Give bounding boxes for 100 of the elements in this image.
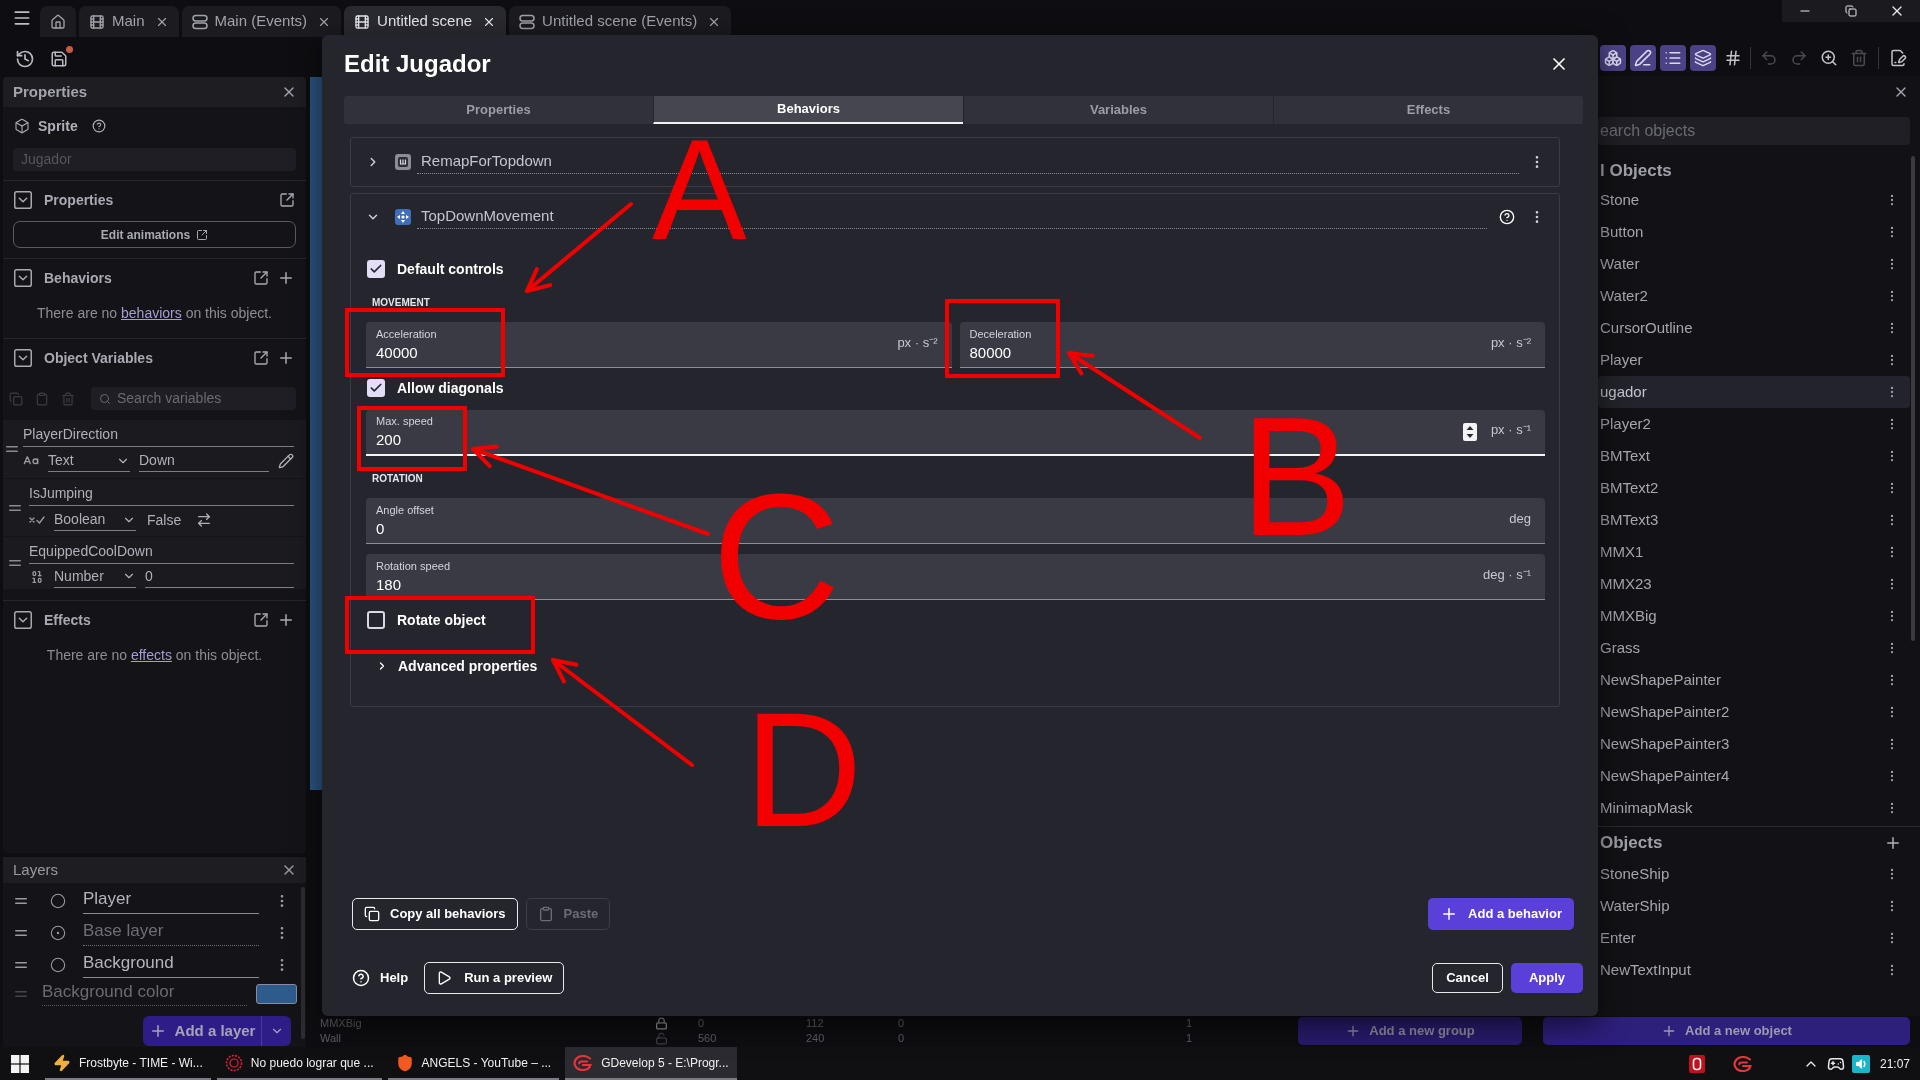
checkbox[interactable] bbox=[367, 611, 385, 629]
object-row[interactable]: Water2 bbox=[1598, 280, 1910, 312]
variable-value-field[interactable]: 0 bbox=[145, 565, 294, 588]
editor-tab[interactable]: Main bbox=[79, 6, 179, 37]
add-icon[interactable] bbox=[277, 611, 295, 629]
number-field[interactable]: Acceleration 40000 px · s⁻² bbox=[366, 322, 952, 368]
editor-tab[interactable]: Untitled scene bbox=[344, 6, 507, 37]
tray-app-icon[interactable] bbox=[1688, 1054, 1705, 1073]
checkbox[interactable] bbox=[367, 379, 385, 397]
chevron-square-icon[interactable] bbox=[12, 609, 34, 631]
object-row[interactable]: MMXBig bbox=[1598, 600, 1910, 632]
layer-name-field[interactable]: Background bbox=[83, 952, 259, 978]
radio-icon[interactable] bbox=[50, 925, 66, 941]
object-row[interactable]: StoneShip bbox=[1598, 858, 1910, 890]
swap-icon[interactable] bbox=[196, 512, 213, 528]
disclosure-label[interactable]: Advanced properties bbox=[398, 655, 538, 677]
inline-link[interactable]: effects bbox=[130, 647, 172, 663]
object-row[interactable]: NewShapePainter2 bbox=[1598, 696, 1910, 728]
type-select[interactable]: Text bbox=[48, 450, 130, 472]
taskbar-app[interactable]: Frostbyte - TIME - Wi... bbox=[45, 1047, 211, 1080]
object-row[interactable]: MMX1 bbox=[1598, 536, 1910, 568]
external-link-icon[interactable] bbox=[279, 192, 295, 208]
pencil-icon[interactable] bbox=[278, 453, 294, 469]
clipboard-icon bbox=[537, 906, 554, 922]
radio-icon[interactable] bbox=[50, 893, 66, 909]
variable-name-field[interactable]: PlayerDirection bbox=[23, 425, 294, 447]
variable-value-field[interactable]: Down bbox=[139, 450, 269, 472]
chevron-square-icon[interactable] bbox=[12, 267, 34, 289]
external-link-icon[interactable] bbox=[253, 270, 269, 286]
object-row[interactable]: BMText bbox=[1598, 440, 1910, 472]
toolbar-button[interactable] bbox=[1600, 45, 1626, 71]
add-object-button[interactable]: Add a new object bbox=[1543, 1017, 1910, 1045]
editor-tab[interactable]: Main (Events) bbox=[181, 6, 342, 37]
lock-icon[interactable] bbox=[655, 1017, 668, 1030]
help-icon[interactable] bbox=[91, 119, 106, 133]
home-tab[interactable] bbox=[40, 6, 76, 37]
radio-icon[interactable] bbox=[50, 957, 66, 973]
dialog-tab[interactable]: Variables bbox=[963, 96, 1273, 124]
taskbar-app[interactable]: GDevelop 5 - E:\Progr... bbox=[565, 1047, 737, 1080]
edit-animations-button[interactable]: Edit animations bbox=[13, 221, 296, 248]
add-behavior-button[interactable]: Add a behavior bbox=[1428, 898, 1574, 930]
preview-button[interactable]: Run a preview bbox=[424, 962, 565, 994]
object-row[interactable]: WaterShip bbox=[1598, 890, 1910, 922]
add-icon[interactable] bbox=[277, 349, 295, 367]
type-select[interactable]: Number bbox=[54, 565, 136, 588]
object-row[interactable]: Enter bbox=[1598, 922, 1910, 954]
toolbar-button[interactable] bbox=[1630, 45, 1656, 71]
object-row[interactable]: CursorOutline bbox=[1598, 312, 1910, 344]
add-icon[interactable] bbox=[277, 269, 295, 287]
type-select[interactable]: Boolean bbox=[54, 509, 136, 531]
cancel-button[interactable]: Cancel bbox=[1432, 963, 1503, 993]
add-layer-button[interactable]: Add a layer bbox=[143, 1016, 261, 1046]
help-button[interactable]: Help bbox=[352, 962, 409, 994]
swirl-icon bbox=[573, 1054, 594, 1071]
inline-link[interactable]: behaviors bbox=[121, 305, 182, 321]
color-swatch-icon[interactable] bbox=[256, 984, 297, 1004]
object-row[interactable]: BMText2 bbox=[1598, 472, 1910, 504]
external-link-icon[interactable] bbox=[253, 350, 269, 366]
editor-tab[interactable]: Untitled scene (Events) bbox=[509, 6, 732, 37]
dialog-tab[interactable]: Properties bbox=[344, 96, 653, 124]
variable-name-field[interactable]: EquippedCoolDown bbox=[29, 542, 294, 564]
object-row[interactable]: Button bbox=[1598, 216, 1910, 248]
field-value: 40000 bbox=[376, 342, 419, 363]
toolbar-button[interactable] bbox=[1660, 45, 1686, 71]
object-row[interactable]: NewShapePainter bbox=[1598, 664, 1910, 696]
taskbar-app[interactable]: ANGELS - YouTube – ... bbox=[387, 1047, 560, 1080]
object-row[interactable]: Player2 bbox=[1598, 408, 1910, 440]
object-row[interactable]: ugador bbox=[1598, 376, 1910, 408]
object-row[interactable]: Player bbox=[1598, 344, 1910, 376]
variable-name-field[interactable]: IsJumping bbox=[29, 484, 294, 506]
chevron-square-icon[interactable] bbox=[12, 347, 34, 369]
object-row[interactable]: MinimapMask bbox=[1598, 792, 1910, 824]
object-row[interactable]: Grass bbox=[1598, 632, 1910, 664]
taskbar-app[interactable]: No puedo lograr que ... bbox=[216, 1047, 382, 1080]
chevron-square-icon[interactable] bbox=[12, 189, 34, 211]
copy-behaviors-button[interactable]: Copy all behaviors bbox=[352, 898, 518, 930]
film-icon bbox=[89, 13, 105, 30]
dialog-tab[interactable]: Behaviors bbox=[653, 96, 963, 124]
search-field[interactable]: earch objects bbox=[1598, 117, 1910, 145]
apply-button[interactable]: Apply bbox=[1510, 963, 1583, 993]
external-link-icon[interactable] bbox=[253, 612, 269, 628]
object-row[interactable]: Water bbox=[1598, 248, 1910, 280]
swirl-icon[interactable] bbox=[1732, 1055, 1753, 1072]
object-row[interactable]: NewShapePainter4 bbox=[1598, 760, 1910, 792]
scrollbar[interactable] bbox=[1911, 156, 1915, 641]
number-field[interactable]: Deceleration 80000 px · s⁻² bbox=[959, 322, 1545, 368]
spinner-icon[interactable] bbox=[1462, 423, 1477, 441]
object-row[interactable]: NewShapePainter3 bbox=[1598, 728, 1910, 760]
dialog-tab[interactable]: Effects bbox=[1273, 96, 1583, 124]
unit-label: px · s⁻² bbox=[897, 333, 938, 352]
object-row[interactable]: MMX23 bbox=[1598, 568, 1910, 600]
object-row[interactable]: BMText3 bbox=[1598, 504, 1910, 536]
clock[interactable]: 21:07 bbox=[1879, 1054, 1910, 1073]
object-row[interactable]: Stone bbox=[1598, 184, 1910, 216]
layer-name-field[interactable]: Player bbox=[83, 888, 259, 914]
checkbox[interactable] bbox=[367, 260, 385, 278]
toolbar-button[interactable] bbox=[1690, 45, 1716, 71]
speaker-icon[interactable] bbox=[1851, 1054, 1870, 1073]
layer-name-field[interactable]: Base layer bbox=[83, 920, 259, 946]
object-row[interactable]: NewTextInput bbox=[1598, 954, 1910, 986]
